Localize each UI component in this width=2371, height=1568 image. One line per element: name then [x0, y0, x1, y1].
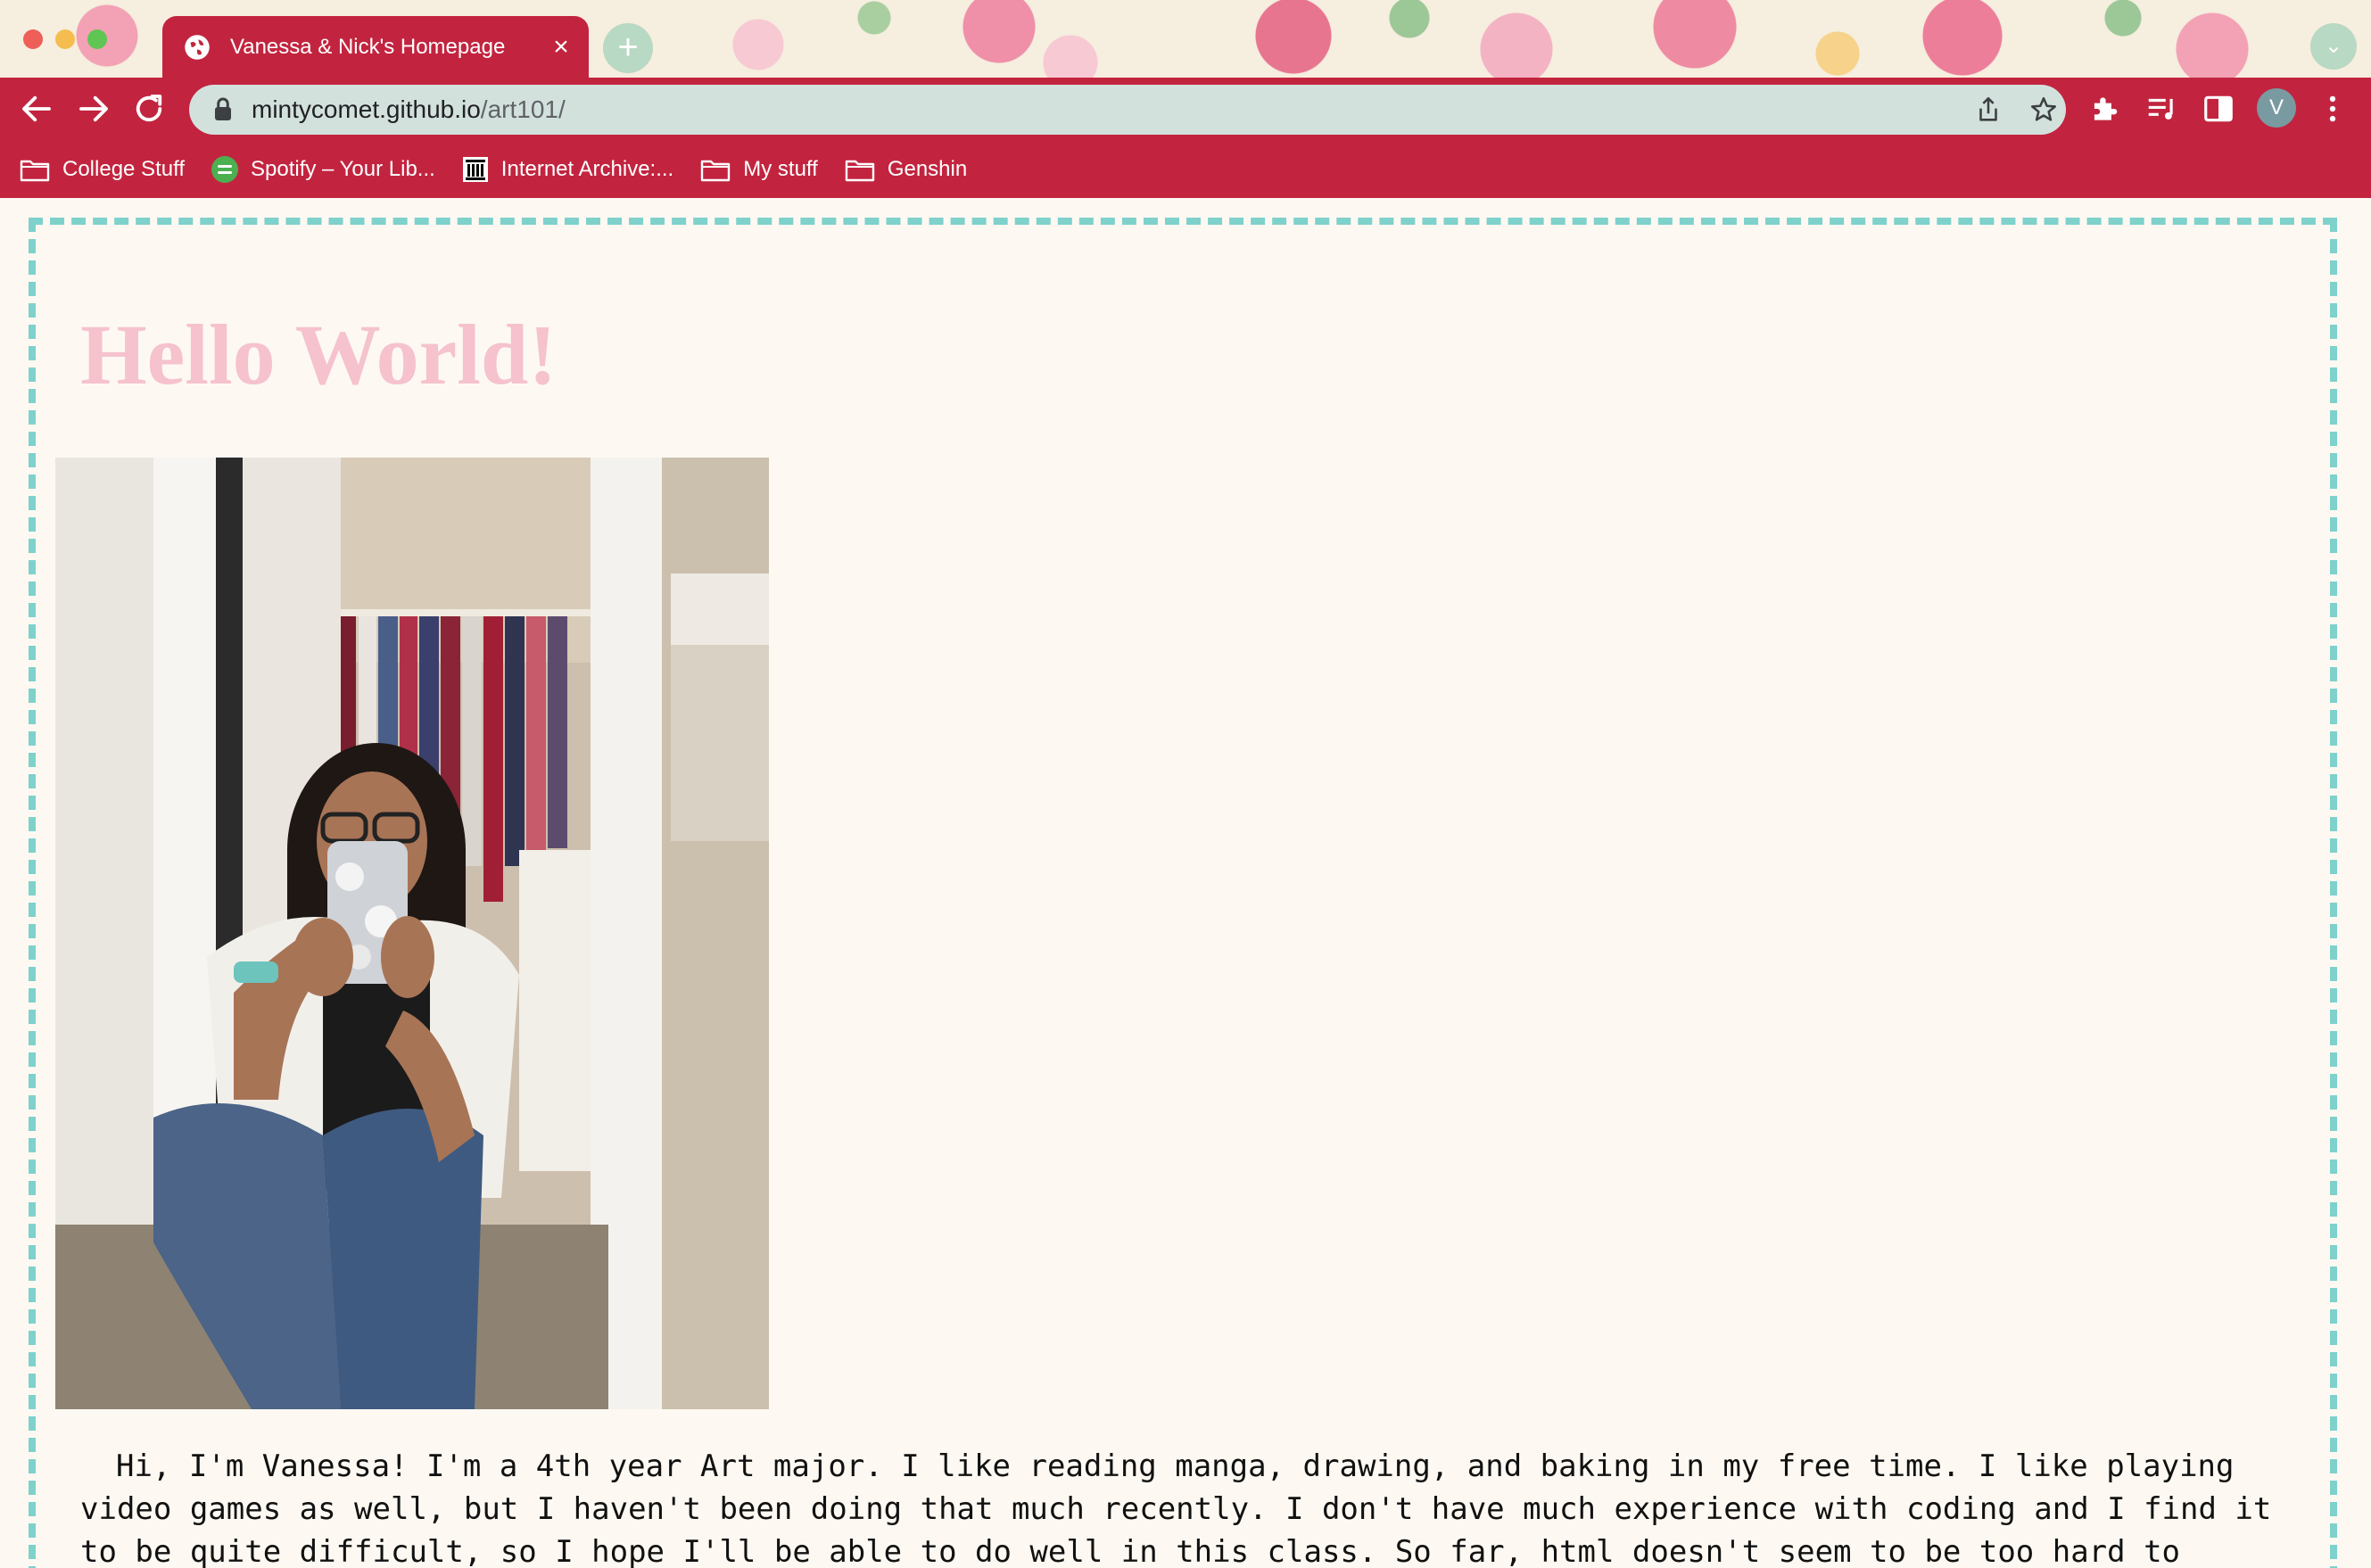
tab-title: Vanessa & Nick's Homepage	[230, 34, 506, 59]
back-arrow-icon[interactable]	[18, 90, 55, 128]
reload-icon[interactable]	[130, 90, 168, 128]
bookmark-internet-archive[interactable]: Internet Archive:...	[462, 156, 673, 183]
media-queue-icon[interactable]	[2144, 92, 2178, 126]
browser-toolbar: mintycomet.github.io/art101/ V	[0, 78, 2371, 140]
forward-arrow-icon[interactable]	[75, 90, 112, 128]
side-panel-icon[interactable]	[2202, 92, 2235, 126]
bookmark-spotify[interactable]: Spotify – Your Lib...	[211, 155, 435, 183]
bookmarks-bar: College Stuff Spotify – Your Lib... Inte…	[0, 140, 2371, 198]
tab-search-button[interactable]: ⌄	[2310, 23, 2357, 70]
minimize-window-button[interactable]	[55, 29, 75, 49]
folder-icon	[701, 160, 731, 181]
page-heading: Hello World!	[80, 307, 558, 402]
new-tab-button[interactable]: +	[603, 23, 653, 73]
bookmark-my-stuff[interactable]: My stuff	[700, 157, 818, 182]
maximize-window-button[interactable]	[87, 29, 107, 49]
archive-icon	[462, 156, 488, 182]
url-host: mintycomet.github.io	[252, 95, 481, 123]
tab-active[interactable]: Vanessa & Nick's Homepage ×	[162, 16, 589, 78]
bookmark-label: Spotify – Your Lib...	[250, 156, 435, 181]
share-icon[interactable]	[1973, 95, 2003, 125]
web-page-viewport[interactable]: Hello World! Hi, I'm Vanessa! I'm a 4th …	[0, 198, 2371, 1568]
tab-strip: Vanessa & Nick's Homepage × + ⌄	[0, 0, 2371, 78]
extensions-icon[interactable]	[2087, 92, 2121, 126]
bookmark-label: College Stuff	[62, 156, 185, 181]
mirror-selfie-image	[55, 458, 769, 1409]
bookmark-star-icon[interactable]	[2028, 95, 2059, 125]
bookmark-label: Genshin	[887, 156, 968, 181]
profile-photo	[55, 458, 769, 1409]
lock-icon[interactable]	[212, 96, 234, 123]
bookmark-college-stuff[interactable]: College Stuff	[20, 157, 185, 182]
bookmark-label: My stuff	[743, 156, 818, 181]
url-path: /art101/	[480, 95, 566, 123]
folder-icon	[20, 160, 50, 181]
bookmark-genshin[interactable]: Genshin	[845, 157, 967, 182]
bookmark-label: Internet Archive:...	[500, 156, 674, 181]
intro-paragraph: Hi, I'm Vanessa! I'm a 4th year Art majo…	[80, 1448, 2272, 1568]
menu-kebab-icon[interactable]	[2316, 92, 2350, 126]
folder-icon	[845, 160, 875, 181]
profile-avatar[interactable]: V	[2257, 88, 2296, 128]
globe-icon	[185, 34, 210, 60]
address-bar[interactable]: mintycomet.github.io/art101/	[189, 85, 2066, 135]
close-window-button[interactable]	[23, 29, 43, 49]
spotify-icon	[211, 155, 238, 183]
tab-close-button[interactable]: ×	[549, 33, 573, 61]
